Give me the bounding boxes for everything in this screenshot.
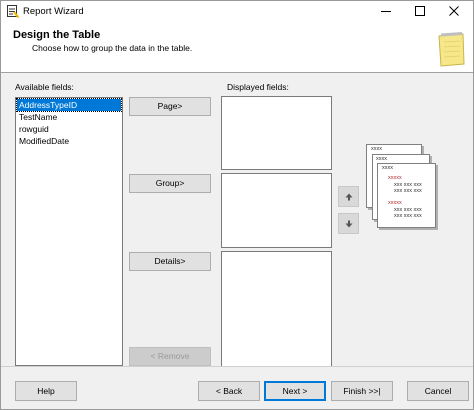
footer-divider: [1, 366, 473, 367]
page-subtitle: Choose how to group the data in the tabl…: [32, 43, 193, 53]
group-fields-list[interactable]: [221, 173, 332, 248]
window-title: Report Wizard: [23, 6, 84, 17]
details-fields-list[interactable]: [221, 251, 332, 367]
preview-detail-value: xxx xxx xxx: [394, 188, 422, 194]
cancel-button[interactable]: Cancel: [407, 381, 469, 401]
arrow-down-icon: [345, 220, 352, 228]
report-wizard-icon: [7, 5, 20, 19]
move-down-button[interactable]: [338, 213, 359, 234]
wizard-header: Design the Table Choose how to group the…: [1, 22, 473, 73]
list-item-modifieddate[interactable]: ModifiedDate: [16, 135, 122, 147]
group-button[interactable]: Group>: [129, 174, 211, 193]
report-wizard-window: Report Wizard Design the Table Choose ho…: [0, 0, 474, 410]
close-button[interactable]: [437, 1, 471, 22]
list-item-addresstypeid[interactable]: AddressTypeID: [16, 98, 122, 112]
preview-group-value: xxxxx: [388, 200, 402, 206]
list-item-testname[interactable]: TestName: [16, 111, 122, 123]
close-icon: [449, 6, 459, 16]
page-title: Design the Table: [13, 29, 101, 41]
arrow-up-icon: [345, 193, 352, 201]
finish-button[interactable]: Finish >>|: [331, 381, 393, 401]
next-button[interactable]: Next >: [264, 381, 326, 401]
move-up-button[interactable]: [338, 186, 359, 207]
preview-group-value: xxxxx: [388, 175, 402, 181]
details-button[interactable]: Details>: [129, 252, 211, 271]
wizard-notepad-icon: [436, 30, 466, 68]
available-fields-list[interactable]: AddressTypeID TestName rowguid ModifiedD…: [15, 97, 123, 366]
minimize-button[interactable]: [369, 1, 403, 22]
preview-sheet-front: xxxx xxxxx xxx xxx xxx xxx xxx xxx xxxxx…: [377, 163, 436, 228]
available-fields-label: Available fields:: [15, 82, 74, 92]
list-item-rowguid[interactable]: rowguid: [16, 123, 122, 135]
maximize-button[interactable]: [403, 1, 437, 22]
preview-placeholder: xxxx: [371, 146, 382, 152]
table-layout-preview: xxxx xxxx xxxx xxxxx xxx xxx xxx xxx xxx…: [366, 144, 446, 234]
page-fields-list[interactable]: [221, 96, 332, 170]
minimize-icon: [381, 11, 391, 12]
preview-placeholder: xxxx: [376, 156, 387, 162]
title-bar: Report Wizard: [1, 1, 473, 22]
preview-placeholder: xxxx: [382, 165, 393, 171]
back-button[interactable]: < Back: [198, 381, 260, 401]
page-button[interactable]: Page>: [129, 97, 211, 116]
help-button[interactable]: Help: [15, 381, 77, 401]
maximize-icon: [415, 6, 425, 16]
preview-detail-value: xxx xxx xxx: [394, 213, 422, 219]
displayed-fields-label: Displayed fields:: [227, 82, 289, 92]
remove-button[interactable]: < Remove: [129, 347, 211, 366]
